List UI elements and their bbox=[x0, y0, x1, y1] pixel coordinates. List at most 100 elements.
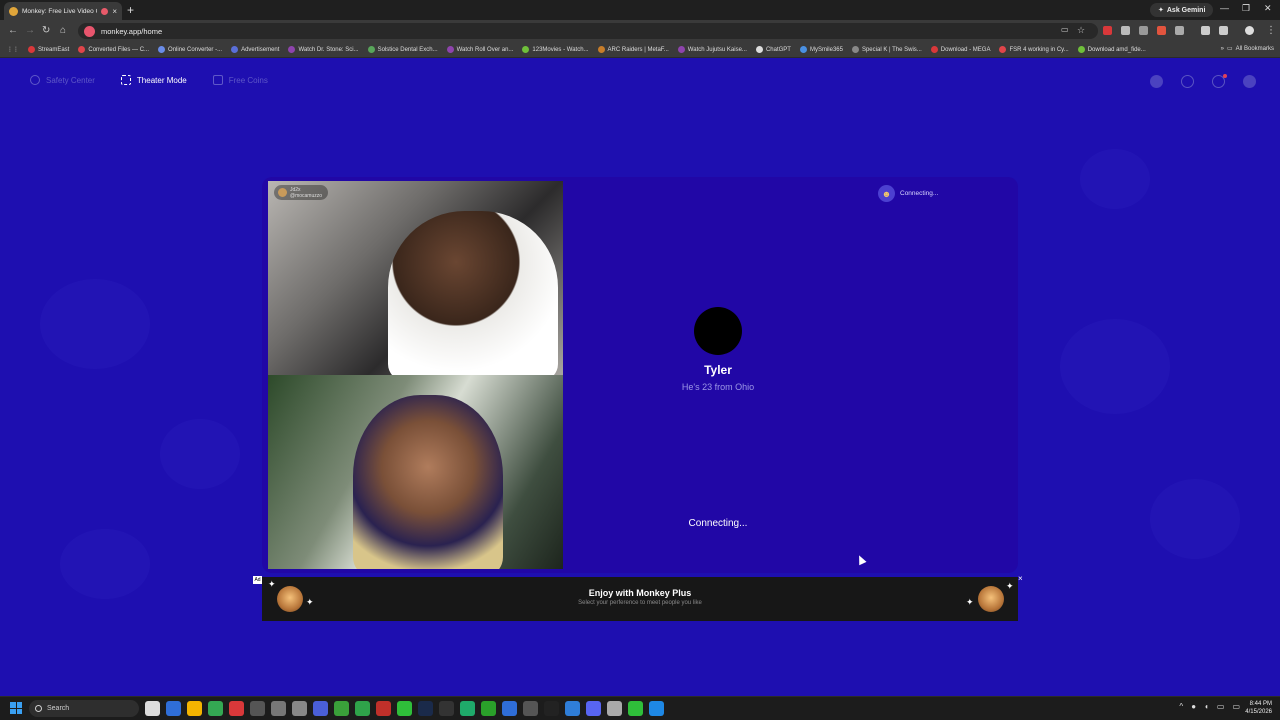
extensions-puzzle-icon[interactable] bbox=[1175, 26, 1184, 35]
install-app-icon[interactable]: ▭ bbox=[1061, 25, 1069, 34]
ad-tag: Ad bbox=[253, 576, 262, 584]
safety-center-link[interactable]: Safety Center bbox=[30, 75, 95, 85]
address-toolbar: ← → ↻ ⌂ monkey.app/home ▭ ☆ ⋮ bbox=[0, 20, 1280, 42]
app-icon[interactable] bbox=[376, 701, 391, 716]
app-icon[interactable] bbox=[628, 701, 643, 716]
opera-icon[interactable] bbox=[229, 701, 244, 716]
theater-mode-link[interactable]: Theater Mode bbox=[120, 75, 187, 85]
address-bar[interactable]: monkey.app/home bbox=[78, 23, 1098, 39]
forward-icon[interactable]: → bbox=[25, 25, 35, 36]
microphone-icon[interactable]: ● bbox=[1191, 702, 1196, 711]
apps-grid-icon[interactable]: ⋮⋮ bbox=[4, 46, 22, 53]
browser-menu-icon[interactable]: ⋮ bbox=[1266, 25, 1276, 36]
right-navigation bbox=[1150, 74, 1256, 88]
clock-app-icon[interactable] bbox=[271, 701, 286, 716]
monkey-plus-banner[interactable]: ✦ ✦ Enjoy with Monkey Plus Select your p… bbox=[262, 577, 1018, 621]
bookmark-123movies[interactable]: 123Movies - Watch... bbox=[519, 46, 591, 53]
chat-icon[interactable] bbox=[1212, 74, 1227, 88]
reload-icon[interactable]: ↻ bbox=[42, 25, 50, 36]
extension-icon[interactable] bbox=[1121, 26, 1130, 35]
history-icon[interactable] bbox=[1181, 75, 1194, 88]
bookmark-online-converter[interactable]: Online Converter -... bbox=[155, 46, 225, 53]
network-icon[interactable]: ▭ bbox=[1217, 702, 1225, 711]
bookmark-jujutsu[interactable]: Watch Jujutsu Kaise... bbox=[675, 46, 750, 53]
minimize-icon[interactable]: — bbox=[1220, 3, 1229, 13]
app-icon[interactable] bbox=[565, 701, 580, 716]
extension-icon[interactable] bbox=[1139, 26, 1148, 35]
free-coins-label: Free Coins bbox=[228, 75, 268, 85]
restore-icon[interactable]: ❐ bbox=[1242, 3, 1250, 14]
browser-tab[interactable]: Monkey: Free Live Video C... × bbox=[4, 2, 122, 20]
steam-icon[interactable] bbox=[418, 701, 433, 716]
app-icon[interactable] bbox=[544, 701, 559, 716]
file-explorer-icon[interactable] bbox=[187, 701, 202, 716]
site-info-icon[interactable] bbox=[84, 25, 95, 37]
extension-icon[interactable] bbox=[1157, 26, 1166, 35]
profile-avatar-icon[interactable] bbox=[1243, 75, 1256, 88]
ad-close-button[interactable]: × bbox=[1018, 574, 1023, 583]
chrome-icon[interactable] bbox=[208, 701, 223, 716]
volume-icon[interactable]: ◖ bbox=[1204, 702, 1209, 711]
minecraft-icon[interactable] bbox=[481, 701, 496, 716]
app-icon[interactable] bbox=[397, 701, 412, 716]
all-bookmarks-button[interactable]: » ▭ All Bookmarks bbox=[1220, 45, 1274, 53]
taskbar-search[interactable]: Search bbox=[29, 700, 139, 717]
close-tab-icon[interactable]: × bbox=[112, 7, 117, 16]
bookmarks-bar: ⋮⋮ StreamEast Converted Files — C... Onl… bbox=[0, 42, 1280, 58]
theater-mode-label: Theater Mode bbox=[136, 75, 187, 85]
task-view-icon[interactable] bbox=[145, 701, 160, 716]
bookmark-roll-over[interactable]: Watch Roll Over an... bbox=[444, 46, 517, 53]
chevron-up-icon[interactable]: ^ bbox=[1179, 702, 1183, 711]
bookmark-arc-raiders[interactable]: ARC Raiders | MetaF... bbox=[595, 46, 672, 53]
self-video bbox=[268, 375, 563, 569]
new-tab-button[interactable]: + bbox=[127, 3, 134, 17]
ask-gemini-button[interactable]: ✦ Ask Gemini bbox=[1150, 3, 1214, 17]
epic-games-icon[interactable] bbox=[250, 701, 265, 716]
bookmark-amd[interactable]: Download amd_fide... bbox=[1075, 46, 1149, 53]
recording-icon bbox=[101, 7, 109, 15]
bookmark-fsr4[interactable]: FSR 4 working in Cy... bbox=[996, 46, 1071, 53]
bookmark-advertisement[interactable]: Advertisement bbox=[228, 46, 282, 53]
bookmark-dr-stone[interactable]: Watch Dr. Stone: Sci... bbox=[285, 46, 361, 53]
app-icon[interactable] bbox=[502, 701, 517, 716]
app-icon[interactable] bbox=[523, 701, 538, 716]
windows-start-icon[interactable] bbox=[10, 702, 22, 714]
battery-icon[interactable]: ▭ bbox=[1232, 702, 1240, 711]
partner-handle: @mocamuzzo bbox=[290, 192, 323, 199]
app-icon[interactable] bbox=[313, 701, 328, 716]
bookmark-mysmile365[interactable]: MySmile365 bbox=[797, 46, 846, 53]
notepad-icon[interactable] bbox=[292, 701, 307, 716]
app-icon[interactable] bbox=[439, 701, 454, 716]
download-icon[interactable] bbox=[1219, 26, 1228, 35]
home-icon[interactable]: ⌂ bbox=[60, 25, 66, 36]
back-icon[interactable]: ← bbox=[8, 25, 18, 36]
side-panel-icon[interactable] bbox=[1201, 26, 1210, 35]
match-info: He's 23 from Ohio bbox=[681, 382, 755, 392]
profile-avatar-icon[interactable] bbox=[1245, 26, 1254, 35]
app-icon[interactable] bbox=[649, 701, 664, 716]
free-coins-link[interactable]: Free Coins bbox=[212, 75, 268, 85]
bookmark-star-icon[interactable]: ☆ bbox=[1077, 25, 1085, 36]
background-blob bbox=[1150, 479, 1240, 559]
window-close-icon[interactable]: ✕ bbox=[1264, 3, 1272, 14]
app-icon[interactable] bbox=[607, 701, 622, 716]
url-text: monkey.app/home bbox=[101, 26, 163, 36]
bookmark-converted-files[interactable]: Converted Files — C... bbox=[75, 46, 152, 53]
ublock-extension-icon[interactable] bbox=[1103, 26, 1112, 35]
partner-caption[interactable]: Jd2x @mocamuzzo bbox=[274, 185, 328, 200]
bookmark-special-k[interactable]: Special K | The Swis... bbox=[849, 46, 925, 53]
xbox-icon[interactable] bbox=[355, 701, 370, 716]
bookmark-chatgpt[interactable]: ChatGPT bbox=[753, 46, 794, 53]
coins-icon[interactable] bbox=[1150, 75, 1163, 88]
app-icon[interactable] bbox=[334, 701, 349, 716]
edge-icon[interactable] bbox=[166, 701, 181, 716]
taskbar-clock[interactable]: 8:44 PM 4/15/2026 bbox=[1245, 700, 1272, 716]
bookmark-mega[interactable]: Download - MEGA bbox=[928, 46, 994, 53]
discord-icon[interactable] bbox=[586, 701, 601, 716]
partner-caption-text: Jd2x @mocamuzzo bbox=[290, 187, 322, 199]
bookmark-solstice-dental[interactable]: Solstice Dental Exch... bbox=[365, 46, 441, 53]
tab-title: Monkey: Free Live Video C... bbox=[22, 7, 97, 15]
app-icon[interactable] bbox=[460, 701, 475, 716]
chevron-right-icon: » bbox=[1220, 45, 1224, 52]
bookmark-streameast[interactable]: StreamEast bbox=[25, 46, 72, 53]
